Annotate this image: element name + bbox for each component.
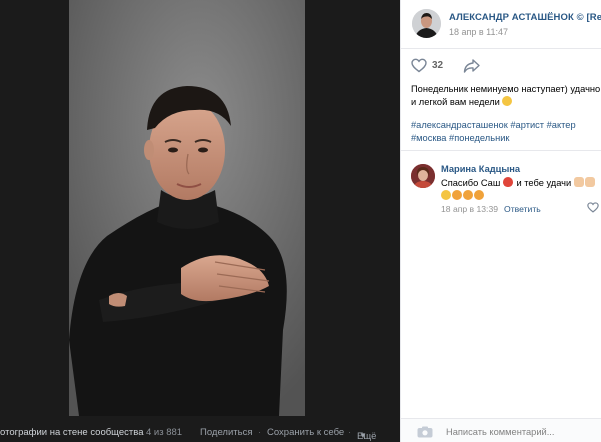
photo[interactable]: [69, 0, 305, 416]
portrait-illustration: [69, 0, 305, 416]
author-name-link[interactable]: АЛЕКСАНДР АСТАШЁНОК © [Real ...: [449, 12, 601, 23]
post-author: АЛЕКСАНДР АСТАШЁНОК © [Real ... 18 апр в…: [412, 9, 601, 43]
separator: ·: [258, 427, 262, 438]
hashtag-line[interactable]: #москва #понедельник: [411, 132, 601, 145]
share-link[interactable]: Поделиться: [200, 427, 252, 438]
comment-date[interactable]: 18 апр в 13:39: [441, 204, 498, 214]
comment-text-part: и тебе удачи: [516, 178, 572, 188]
post-text-line: Понедельник неминуемо наступает) удачно: [411, 84, 601, 94]
comment-item: Марина Кадцына Спасибо Саш и тебе удачи …: [411, 160, 601, 220]
comment-text-part: Спасибо Саш: [441, 178, 501, 188]
photo-viewer: отографии на стене сообщества 4 из 881 П…: [0, 0, 601, 442]
heart-emoji-icon: [502, 177, 513, 187]
photo-counter: 4 из 881: [146, 427, 183, 438]
divider: [401, 48, 601, 49]
like-count: 32: [432, 60, 444, 71]
save-to-album-link[interactable]: Сохранить к себе: [267, 427, 344, 438]
commenter-avatar-image: [411, 164, 435, 188]
post-date[interactable]: 18 апр в 11:47: [449, 27, 508, 37]
separator: ·: [348, 427, 352, 438]
heart-eyes-emoji-icon: [474, 190, 484, 200]
post-text-line-2: и легкой вам недели: [411, 96, 601, 109]
photo-pane: отографии на стене сообщества 4 из 881 П…: [0, 0, 400, 442]
heart-eyes-emoji-icon: [463, 190, 473, 200]
commenter-avatar[interactable]: [411, 164, 435, 188]
chevron-down-icon: ▼: [359, 431, 367, 440]
post-text-line: и легкой вам недели: [411, 97, 500, 107]
comment-text: Спасибо Саш и тебе удачи: [441, 177, 601, 203]
thumbs-up-emoji-icon: [573, 177, 584, 187]
author-avatar[interactable]: [412, 9, 441, 38]
divider: [401, 150, 601, 151]
comment-line-2: [441, 190, 601, 203]
like-button[interactable]: 32: [411, 57, 451, 75]
comment-input-bar: Написать комментарий...: [401, 419, 601, 442]
smile-emoji-icon: [441, 190, 451, 200]
share-button[interactable]: [463, 57, 481, 75]
reply-link[interactable]: Ответить: [504, 204, 541, 214]
thumbs-up-emoji-icon: [584, 177, 595, 187]
camera-icon[interactable]: [417, 426, 433, 438]
hashtag-line[interactable]: #александрасташенок #артист #актер: [411, 119, 601, 132]
comment-meta: 18 апр в 13:39 Ответить: [441, 204, 541, 214]
post-hashtags: #александрасташенок #артист #актер #моск…: [411, 119, 601, 145]
post-text: Понедельник неминуемо наступает) удачно …: [411, 83, 601, 109]
comment-like-icon[interactable]: [587, 202, 599, 213]
author-avatar-image: [412, 9, 441, 38]
smiley-emoji-icon: [501, 96, 512, 106]
comment-line-1: Спасибо Саш и тебе удачи: [441, 177, 601, 190]
album-title-link[interactable]: отографии на стене сообщества: [0, 427, 144, 438]
heart-eyes-emoji-icon: [452, 190, 462, 200]
share-arrow-icon: [463, 59, 480, 73]
photo-bottom-bar: отографии на стене сообщества 4 из 881 П…: [0, 423, 400, 442]
heart-outline-icon: [411, 58, 427, 73]
comment-input-field[interactable]: Написать комментарий...: [446, 427, 554, 437]
commenter-name-link[interactable]: Марина Кадцына: [441, 164, 520, 174]
